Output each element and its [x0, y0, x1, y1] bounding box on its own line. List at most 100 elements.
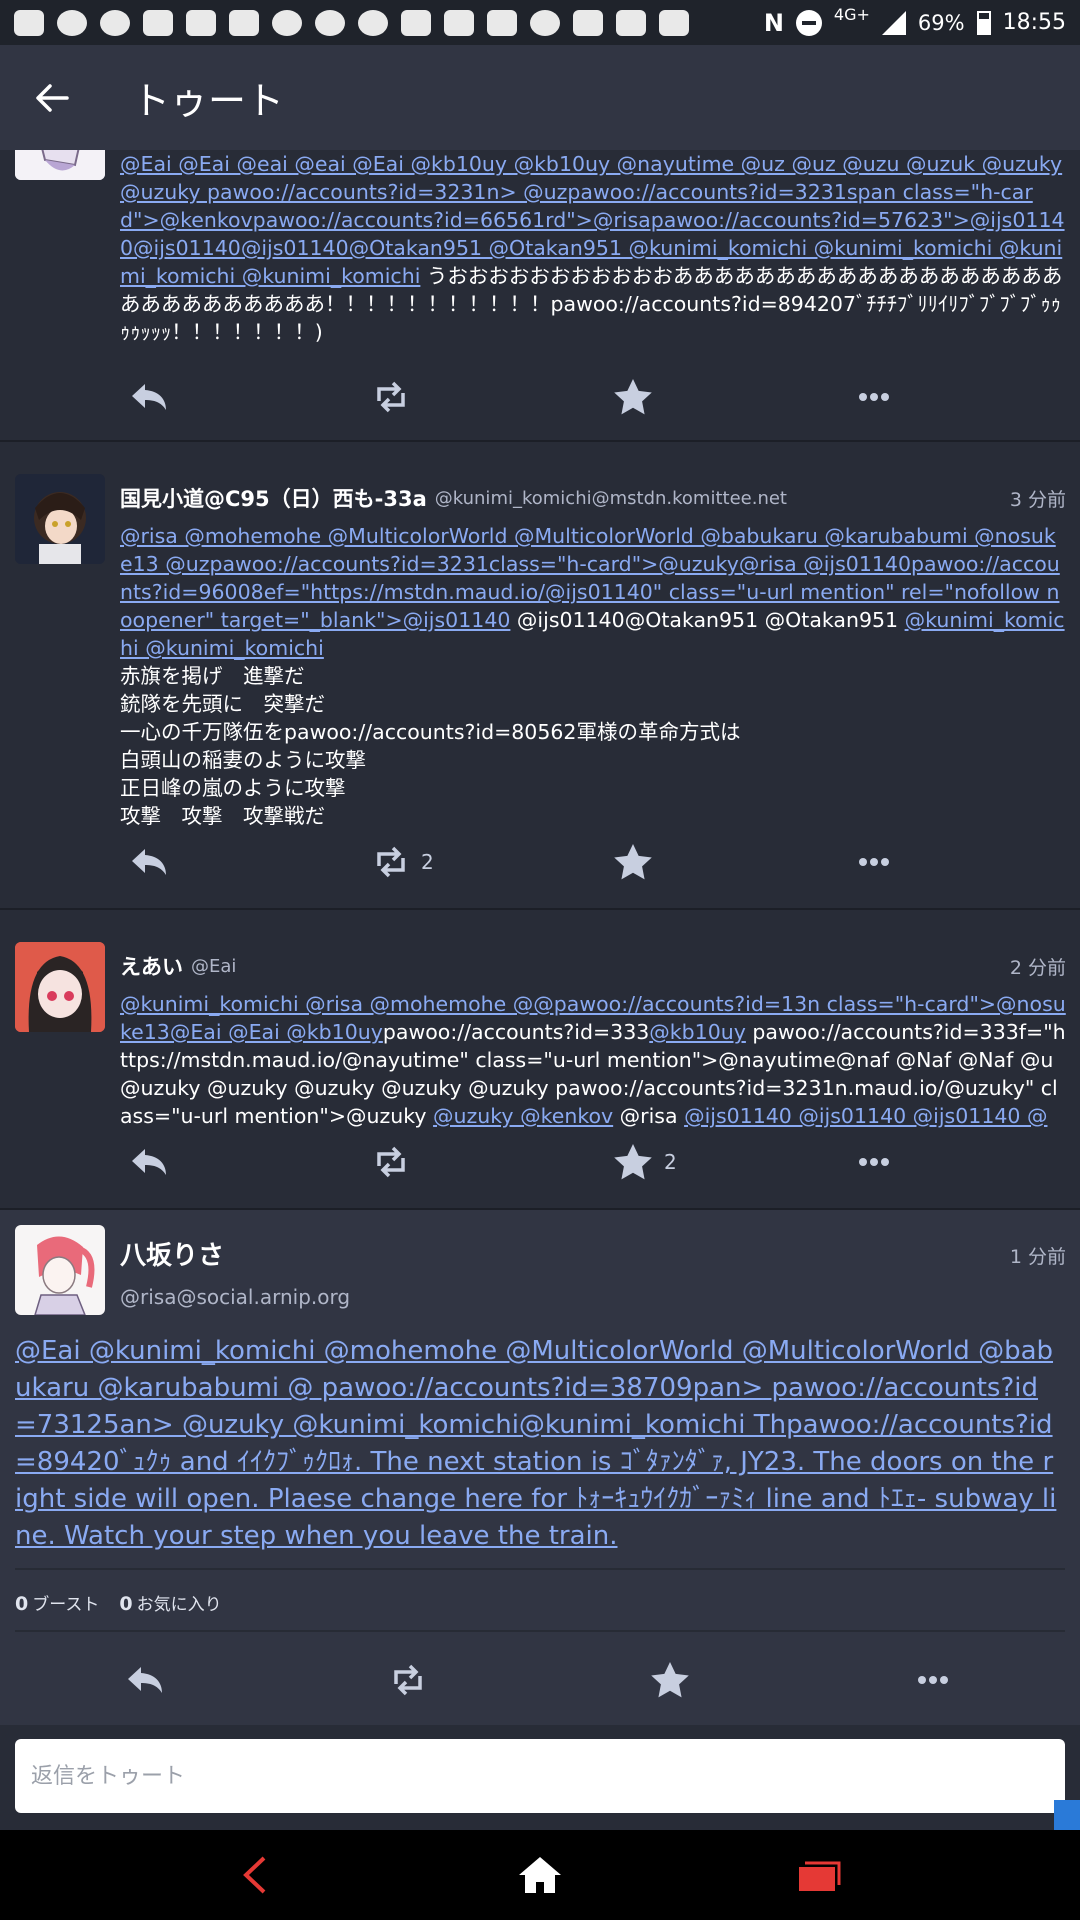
favourite-count: 0	[119, 1593, 133, 1615]
boost-stat[interactable]: 0 ブースト	[15, 1590, 99, 1615]
app-bar: トゥート	[0, 45, 1080, 150]
boost-button[interactable]: 2	[373, 832, 434, 892]
status-line: 白頭山の稲妻のように攻撃	[120, 748, 366, 772]
avatar[interactable]	[15, 474, 105, 564]
status-content: @kunimi_komichi @risa @mohemohe @@pawoo:…	[120, 990, 1066, 1130]
composer-corner-tab[interactable]	[1054, 1800, 1080, 1830]
favourite-button[interactable]	[614, 367, 652, 427]
battery-icon	[976, 10, 991, 35]
chevron-left-icon	[243, 1856, 266, 1894]
page-title: トゥート	[132, 79, 285, 123]
notification-icon	[143, 9, 173, 36]
status-text: pawoo://accounts?id=333	[382, 1020, 650, 1044]
clock: 18:55	[1002, 10, 1066, 35]
boost-button[interactable]	[390, 1650, 426, 1710]
reply-button[interactable]	[130, 1132, 168, 1192]
status-content: @Eai @Eai @eai @eai @Eai @kb10uy @kb10uy…	[120, 150, 1066, 346]
account-handle[interactable]: @Eai	[191, 956, 236, 977]
boost-button[interactable]	[373, 367, 409, 427]
notification-icon	[401, 9, 431, 36]
star-icon	[651, 1662, 689, 1698]
reply-button[interactable]	[130, 832, 168, 892]
nav-back-button[interactable]	[225, 1845, 285, 1905]
display-name[interactable]: 八坂りさ	[120, 1235, 224, 1272]
timestamp[interactable]: 1 分前	[1010, 1242, 1066, 1269]
reply-icon	[128, 1667, 162, 1693]
flag-icon	[487, 9, 517, 36]
reply-input[interactable]	[15, 1739, 1065, 1813]
boost-button[interactable]	[373, 1132, 409, 1192]
notification-icon	[229, 9, 259, 36]
chat-icon	[659, 9, 689, 36]
notification-icon	[444, 9, 474, 36]
status-item: 国見小道@C95（日）西も-33a @kunimi_komichi@mstdn.…	[0, 442, 1080, 910]
home-icon	[519, 1857, 561, 1893]
favourite-button[interactable]	[614, 832, 652, 892]
signal-icon	[881, 10, 906, 35]
status-stats: 0 ブースト 0 お気に入り	[15, 1590, 222, 1615]
status-actions	[0, 367, 1080, 427]
avatar[interactable]	[15, 1225, 105, 1315]
avatar[interactable]	[15, 942, 105, 1032]
status-text: @risa	[613, 1104, 685, 1128]
notification-icon	[57, 9, 87, 36]
system-nav-bar	[0, 1830, 1080, 1920]
more-icon	[859, 393, 889, 401]
star-icon	[614, 844, 652, 880]
notification-icon	[358, 9, 388, 36]
network-type: 4G+	[833, 5, 870, 24]
reply-button[interactable]	[130, 367, 168, 427]
status-line: 赤旗を掲げ 進撃だ	[120, 664, 305, 688]
nfc-icon: N	[763, 8, 784, 37]
recents-icon	[799, 1861, 841, 1891]
favourite-count: 2	[664, 1150, 677, 1174]
notification-icon	[100, 9, 130, 36]
reply-button[interactable]	[126, 1650, 164, 1710]
divider	[15, 1568, 1065, 1570]
account-handle[interactable]: @risa@social.arnip.org	[120, 1285, 350, 1309]
status-actions: 2	[0, 1132, 1080, 1192]
notification-icon	[14, 9, 44, 36]
timestamp[interactable]: 2 分前	[1010, 953, 1066, 980]
boost-icon	[377, 846, 405, 878]
status-content[interactable]: @Eai @kunimi_komichi @mohemohe @Multicol…	[15, 1333, 1058, 1555]
favourite-stat[interactable]: 0 お気に入り	[119, 1590, 221, 1615]
status-header: 国見小道@C95（日）西も-33a @kunimi_komichi@mstdn.…	[120, 478, 1066, 518]
boost-icon	[377, 1146, 405, 1178]
timestamp[interactable]: 3 分前	[1010, 485, 1066, 512]
more-icon	[859, 858, 889, 866]
status-header: えあい @Eai 2 分前	[120, 946, 1066, 986]
status-line: 一心の千万隊伍をpawoo://accounts?id=80562軍様の革命方式…	[120, 720, 741, 744]
more-button[interactable]	[858, 832, 890, 892]
more-button[interactable]	[858, 1132, 890, 1192]
do-not-disturb-icon	[795, 9, 822, 36]
reply-icon	[132, 1149, 166, 1175]
display-name[interactable]: えあい	[120, 951, 183, 981]
more-icon	[859, 1158, 889, 1166]
nav-home-button[interactable]	[510, 1845, 570, 1905]
boost-count: 2	[421, 850, 434, 874]
back-arrow-icon[interactable]	[22, 68, 82, 128]
star-icon	[614, 1144, 652, 1180]
reply-composer	[0, 1725, 1080, 1830]
display-name[interactable]: 国見小道@C95（日）西も-33a	[120, 483, 427, 513]
status-actions: 2	[0, 832, 1080, 892]
status-content: @risa @mohemohe @MulticolorWorld @Multic…	[120, 522, 1066, 830]
focused-status: 八坂りさ @risa@social.arnip.org 1 分前 @Eai @k…	[0, 1210, 1080, 1725]
account-handle[interactable]: @kunimi_komichi@mstdn.komittee.net	[435, 488, 787, 509]
mention-links[interactable]: @ijs01140 @ijs01140 @ijs01140 @	[684, 1104, 1047, 1128]
mention-links[interactable]: @uzuky @kenkov	[433, 1104, 613, 1128]
notification-icon	[272, 9, 302, 36]
mention-links[interactable]: @kb10uy	[649, 1020, 746, 1044]
more-button[interactable]	[858, 367, 890, 427]
favourite-button[interactable]: 2	[614, 1132, 677, 1192]
status-line: 攻撃 攻撃 攻撃戦だ	[120, 804, 325, 828]
status-text: @ijs01140@Otakan951 @Otakan951	[510, 608, 905, 632]
divider	[15, 1630, 1065, 1632]
boost-icon	[394, 1664, 422, 1696]
status-actions	[0, 1650, 1080, 1710]
favourite-button[interactable]	[651, 1650, 689, 1710]
mail-icon	[186, 9, 216, 36]
more-button[interactable]	[917, 1650, 949, 1710]
nav-recents-button[interactable]	[790, 1845, 850, 1905]
